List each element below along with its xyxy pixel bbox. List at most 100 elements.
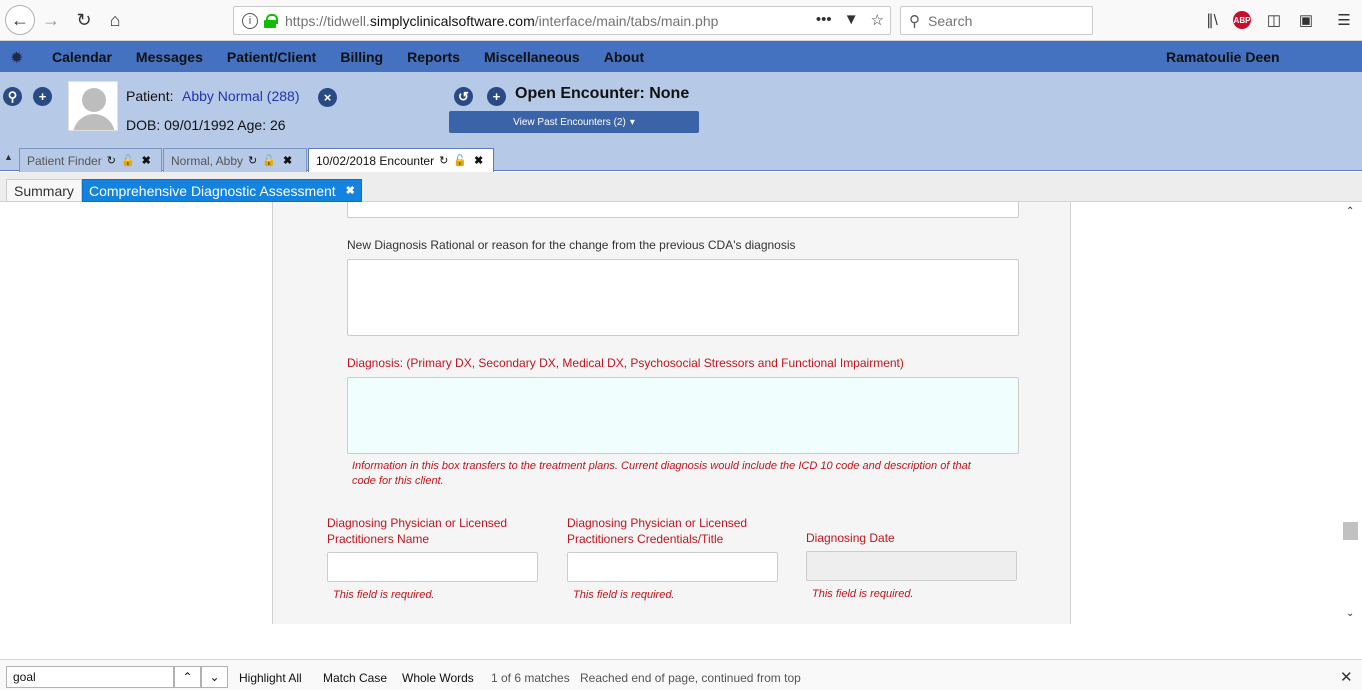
- menu-reports[interactable]: Reports: [407, 49, 460, 65]
- unlock-icon[interactable]: 🔓: [453, 154, 467, 167]
- close-icon[interactable]: ✖: [346, 184, 355, 197]
- search-icon: ⚲: [909, 12, 920, 30]
- physician-name-required: This field is required.: [333, 589, 435, 601]
- chevron-down-icon: ⌄: [209, 670, 220, 684]
- refresh-icon[interactable]: ↻: [107, 154, 116, 167]
- plus-icon: +: [38, 89, 47, 104]
- rational-label: New Diagnosis Rational or reason for the…: [347, 238, 796, 252]
- find-status: Reached end of page, continued from top: [580, 671, 801, 685]
- chevron-up-icon: ⌃: [182, 670, 193, 684]
- patient-search-button[interactable]: ⚲: [3, 87, 22, 106]
- browser-search-input[interactable]: ⚲ Search: [900, 6, 1093, 35]
- close-icon[interactable]: ✖: [474, 154, 483, 167]
- vertical-scrollbar[interactable]: ⌃ ⌄: [1341, 202, 1362, 624]
- url-bar[interactable]: i https://tidwell.simplyclinicalsoftware…: [233, 6, 891, 35]
- home-button[interactable]: ⌂: [101, 6, 129, 34]
- library-icon[interactable]: ∥\: [1201, 10, 1223, 30]
- diagnosing-date-input[interactable]: [806, 551, 1017, 581]
- refresh-icon[interactable]: ↻: [439, 154, 448, 167]
- bookmark-star-icon[interactable]: ☆: [871, 11, 884, 29]
- menu-about[interactable]: About: [604, 49, 644, 65]
- form-content: New Diagnosis Rational or reason for the…: [0, 202, 1362, 624]
- collapse-arrow-icon[interactable]: ▲: [4, 152, 13, 162]
- diagnosing-date-required: This field is required.: [812, 588, 914, 600]
- sidebar-icon[interactable]: ◫: [1263, 10, 1285, 30]
- arrow-right-icon: →: [42, 9, 60, 30]
- user-name[interactable]: Ramatoulie Deen: [1166, 49, 1280, 65]
- back-button[interactable]: ←: [5, 5, 35, 35]
- url-text[interactable]: https://tidwell.simplyclinicalsoftware.c…: [285, 13, 718, 29]
- refresh-icon[interactable]: ↻: [248, 154, 257, 167]
- search-placeholder: Search: [928, 12, 973, 29]
- unlock-icon[interactable]: 🔓: [121, 154, 135, 167]
- menu-miscellaneous[interactable]: Miscellaneous: [484, 49, 580, 65]
- plus-icon: +: [492, 89, 501, 104]
- view-past-encounters-button[interactable]: View Past Encounters (2) ▾: [449, 111, 699, 133]
- find-next-button[interactable]: ⌄: [201, 666, 228, 688]
- history-icon: ↺: [458, 89, 469, 104]
- add-patient-button[interactable]: +: [33, 87, 52, 106]
- tab-patient-finder[interactable]: Patient Finder ↻ 🔓 ✖: [19, 148, 162, 172]
- hamburger-menu-icon[interactable]: ☰: [1333, 10, 1355, 30]
- app-menu-bar: ✹ Calendar Messages Patient/Client Billi…: [0, 41, 1362, 72]
- open-encounter-label: Open Encounter: None: [515, 85, 690, 102]
- menu-calendar[interactable]: Calendar: [52, 49, 112, 65]
- home-icon: ⌂: [109, 9, 121, 30]
- forward-button[interactable]: →: [37, 6, 65, 34]
- browser-toolbar: ← → ↻ ⌂ i https://tidwell.simplyclinical…: [0, 0, 1362, 41]
- adblock-icon[interactable]: ABP: [1233, 11, 1251, 29]
- close-icon[interactable]: ✖: [142, 154, 151, 167]
- app-logo-icon[interactable]: ✹: [10, 48, 28, 67]
- page-actions-icon[interactable]: •••: [816, 11, 832, 29]
- match-case-toggle[interactable]: Match Case: [323, 671, 387, 685]
- physician-name-input[interactable]: [327, 552, 538, 582]
- find-bar: goal ⌃ ⌄ Highlight All Match Case Whole …: [0, 659, 1362, 690]
- physician-cred-required: This field is required.: [573, 589, 675, 601]
- find-match-count: 1 of 6 matches: [491, 671, 570, 685]
- info-icon[interactable]: i: [242, 12, 258, 29]
- rational-textarea[interactable]: [347, 259, 1019, 336]
- diagnosis-textarea[interactable]: [347, 377, 1019, 454]
- tab-encounter[interactable]: 10/02/2018 Encounter ↻ 🔓 ✖: [308, 148, 494, 172]
- menu-patient-client[interactable]: Patient/Client: [227, 49, 316, 65]
- close-icon[interactable]: ✖: [283, 154, 292, 167]
- patient-name-link[interactable]: Abby Normal (288): [182, 88, 300, 104]
- highlight-all-toggle[interactable]: Highlight All: [239, 671, 302, 685]
- physician-cred-label: Diagnosing Physician or Licensed Practit…: [567, 516, 748, 546]
- previous-textarea[interactable]: [347, 202, 1019, 218]
- unlock-icon[interactable]: 🔓: [262, 154, 276, 167]
- reload-button[interactable]: ↻: [70, 6, 98, 34]
- search-icon: ⚲: [7, 89, 18, 104]
- diagnosis-note: Information in this box transfers to the…: [352, 460, 971, 487]
- tab-normal-abby[interactable]: Normal, Abby ↻ 🔓 ✖: [163, 148, 307, 172]
- arrow-left-icon: ←: [11, 9, 29, 30]
- physician-name-label: Diagnosing Physician or Licensed Practit…: [327, 516, 508, 546]
- pocket-icon[interactable]: ▼: [844, 11, 859, 29]
- tab-comprehensive-diagnostic-assessment[interactable]: Comprehensive Diagnostic Assessment ✖: [82, 179, 362, 202]
- chevron-up-icon[interactable]: ⌃: [1346, 206, 1354, 217]
- whole-words-toggle[interactable]: Whole Words: [402, 671, 474, 685]
- reload-icon: ↻: [76, 9, 92, 30]
- tab-summary[interactable]: Summary: [6, 179, 82, 202]
- patient-label: Patient:: [126, 88, 174, 104]
- form-tabs: Summary Comprehensive Diagnostic Assessm…: [0, 172, 1362, 202]
- diagnosis-label: Diagnosis: (Primary DX, Secondary DX, Me…: [347, 356, 904, 370]
- encounter-tabs: ▲ Patient Finder ↻ 🔓 ✖ Normal, Abby ↻ 🔓 …: [0, 146, 1362, 172]
- chevron-down-icon[interactable]: ⌄: [1346, 608, 1354, 619]
- close-patient-button[interactable]: ×: [318, 88, 337, 107]
- encounter-history-button[interactable]: ↺: [454, 87, 473, 106]
- caret-down-icon: ▾: [629, 116, 635, 128]
- close-icon[interactable]: ✕: [1340, 668, 1353, 686]
- scrollbar-thumb[interactable]: [1343, 522, 1358, 540]
- physician-credentials-input[interactable]: [567, 552, 778, 582]
- menu-billing[interactable]: Billing: [340, 49, 383, 65]
- cda-form: New Diagnosis Rational or reason for the…: [272, 202, 1071, 624]
- patient-dob: DOB: 09/01/1992 Age: 26: [126, 117, 286, 133]
- new-encounter-button[interactable]: +: [487, 87, 506, 106]
- diagnosing-date-label: Diagnosing Date: [806, 531, 895, 545]
- close-icon: ×: [323, 90, 332, 105]
- find-previous-button[interactable]: ⌃: [174, 666, 201, 688]
- screenshot-icon[interactable]: ▣: [1295, 10, 1317, 30]
- find-input[interactable]: goal: [6, 666, 174, 688]
- menu-messages[interactable]: Messages: [136, 49, 203, 65]
